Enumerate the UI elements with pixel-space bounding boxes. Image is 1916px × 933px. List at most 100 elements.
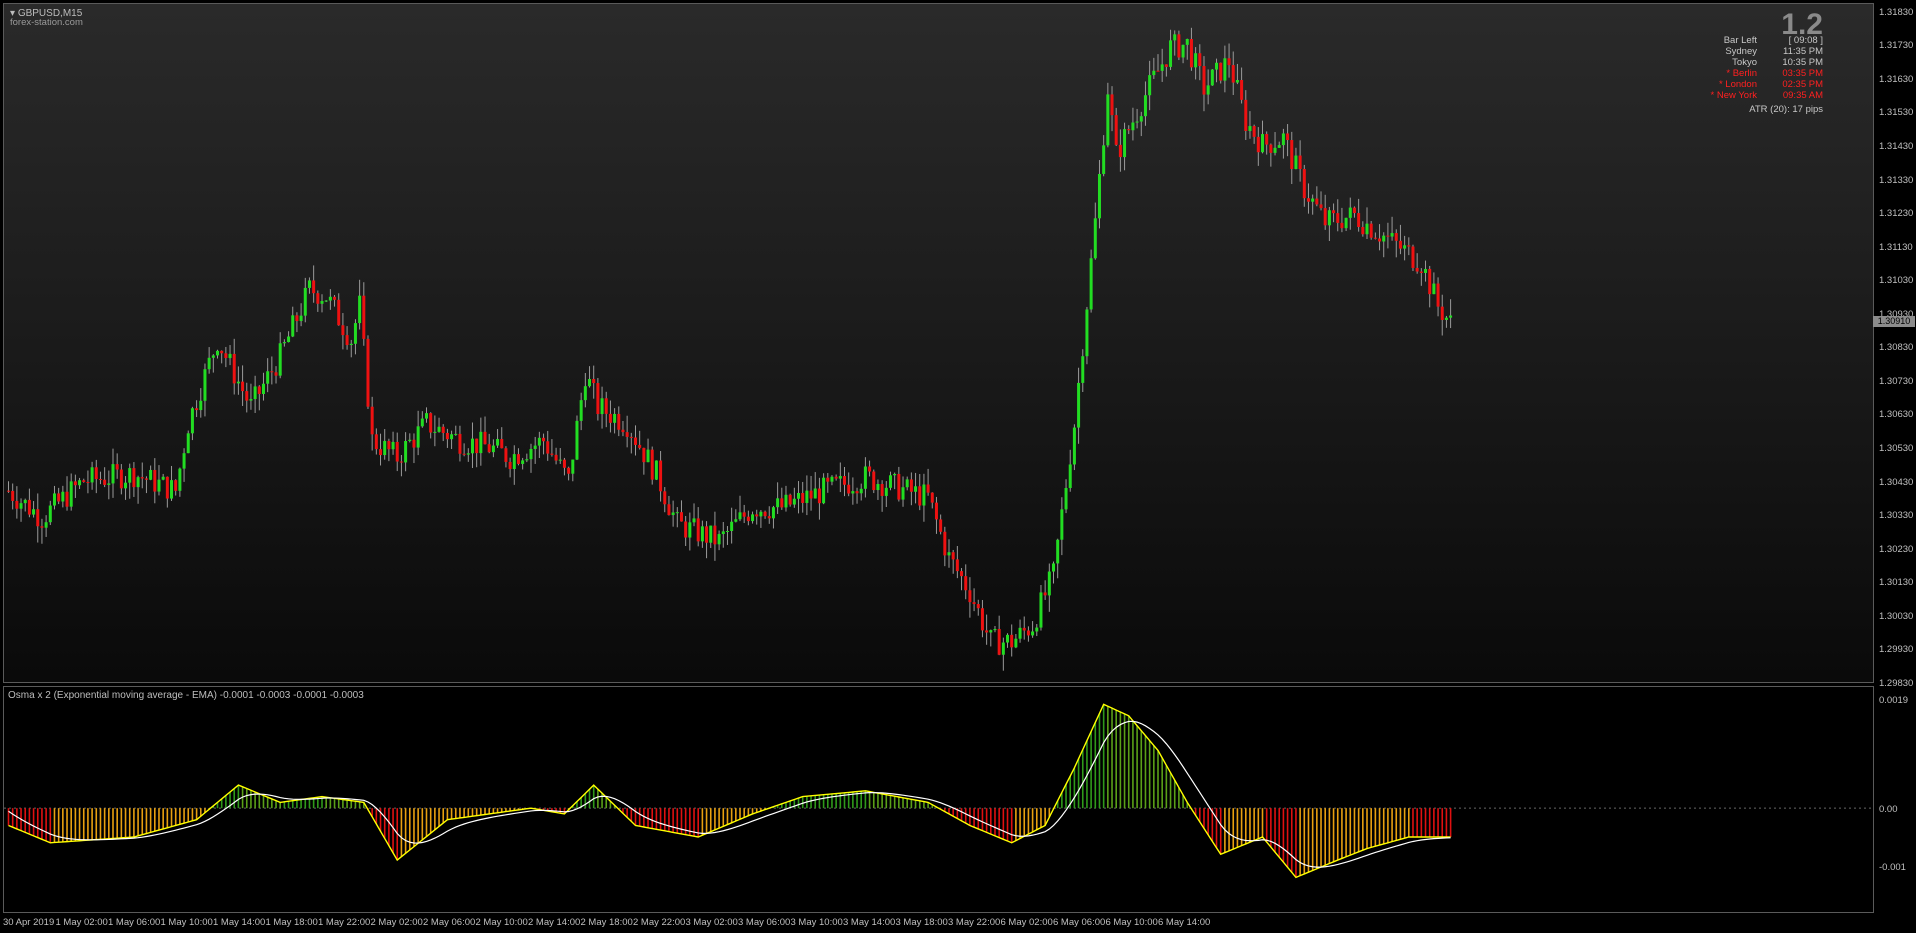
candle (1419, 268, 1423, 286)
candle (888, 471, 892, 491)
candle (1340, 207, 1344, 233)
candle (496, 429, 500, 448)
candle (1143, 81, 1147, 126)
candle (270, 356, 274, 385)
candle (61, 485, 65, 508)
candle (312, 265, 316, 303)
candle (1135, 108, 1139, 129)
candle (571, 459, 575, 482)
candle (379, 433, 383, 466)
candle (232, 338, 236, 395)
osma-indicator-pane[interactable]: Osma x 2 (Exponential moving average - E… (3, 686, 1874, 913)
candle (416, 410, 420, 456)
candle (399, 454, 403, 477)
candle (86, 470, 90, 494)
candle (575, 415, 579, 461)
candle (358, 279, 362, 330)
candle (855, 487, 859, 504)
candle (195, 400, 199, 418)
candle (437, 417, 441, 433)
candle (1361, 221, 1365, 237)
session-label: Sydney (1725, 46, 1757, 57)
candle (445, 428, 449, 448)
time-tick-label: 1 May 18:00 (265, 917, 318, 928)
candle (1311, 194, 1315, 215)
candle (1327, 206, 1331, 241)
price-tick-label: 1.31330 (1879, 174, 1914, 186)
candle (654, 460, 658, 481)
time-axis[interactable]: 30 Apr 2019 1 May 02:00 1 May 06:00 1 May 1… (0, 913, 1875, 933)
candle (951, 549, 955, 574)
indicator-scale[interactable]: 0.0019 0.00 -0.001 (1875, 686, 1916, 913)
candle (579, 392, 583, 431)
candle (261, 372, 265, 401)
candle (391, 431, 395, 455)
candle (278, 332, 282, 379)
time-tick-label: 30 Apr 2019 (3, 917, 55, 928)
session-time: 09:35 AM (1782, 90, 1823, 101)
candle (374, 428, 378, 455)
session-row: * Berlin 03:35 PM (1683, 68, 1823, 79)
candle (253, 375, 257, 413)
candle (337, 293, 341, 326)
candle (36, 493, 40, 543)
price-scale[interactable]: 1.31830 1.31730 1.31630 1.31530 1.31430 1.313… (1875, 3, 1916, 689)
candle (759, 510, 763, 528)
candle (968, 577, 972, 618)
candle (667, 495, 671, 516)
candle (529, 443, 533, 473)
candle (621, 421, 625, 437)
candle (751, 511, 755, 524)
price-tick-label: 1.31530 (1879, 107, 1914, 119)
candle (103, 467, 107, 488)
candle (475, 438, 479, 468)
candle (149, 465, 153, 481)
candle (1298, 140, 1302, 182)
candle (366, 335, 370, 409)
candle (1064, 479, 1068, 514)
candle (1240, 67, 1244, 104)
candle (1068, 449, 1072, 492)
osma-signal-line (8, 703, 1451, 879)
time-tick-label: 6 May 06:00 (1053, 917, 1106, 928)
candle (1231, 51, 1235, 95)
candle (11, 483, 15, 510)
candle (914, 472, 918, 504)
candle (1336, 199, 1340, 232)
candle (1386, 222, 1390, 249)
candle (650, 446, 654, 485)
candle (809, 475, 813, 511)
candle (596, 378, 600, 421)
candle (947, 539, 951, 568)
candle (554, 447, 558, 465)
candle (216, 349, 219, 359)
candle (1348, 197, 1352, 230)
candle (629, 432, 633, 454)
candle (370, 396, 374, 451)
candle (901, 476, 905, 507)
candle (508, 457, 512, 478)
candle (1403, 235, 1407, 261)
candle (420, 411, 424, 428)
time-tick-label: 6 May 02:00 (1000, 917, 1053, 928)
candle (600, 386, 604, 429)
price-tick-label: 1.30630 (1879, 409, 1914, 421)
candle (257, 385, 261, 411)
candle (136, 475, 140, 504)
candle (362, 282, 366, 346)
candle (1056, 538, 1060, 579)
candle (980, 600, 984, 638)
candle (345, 326, 349, 350)
main-chart-pane[interactable]: ▾ GBPUSD,M15 forex-station.com 1.2 Bar L… (3, 3, 1874, 683)
candle (742, 504, 746, 524)
candle (144, 476, 148, 494)
candle (1123, 122, 1127, 171)
candle (771, 505, 775, 529)
candle (784, 485, 788, 512)
time-tick-label: 1 May 10:00 (160, 917, 213, 928)
candle (822, 473, 826, 505)
candle (834, 474, 838, 481)
candle (1077, 367, 1081, 444)
candle (1252, 124, 1256, 144)
candle (395, 432, 399, 472)
